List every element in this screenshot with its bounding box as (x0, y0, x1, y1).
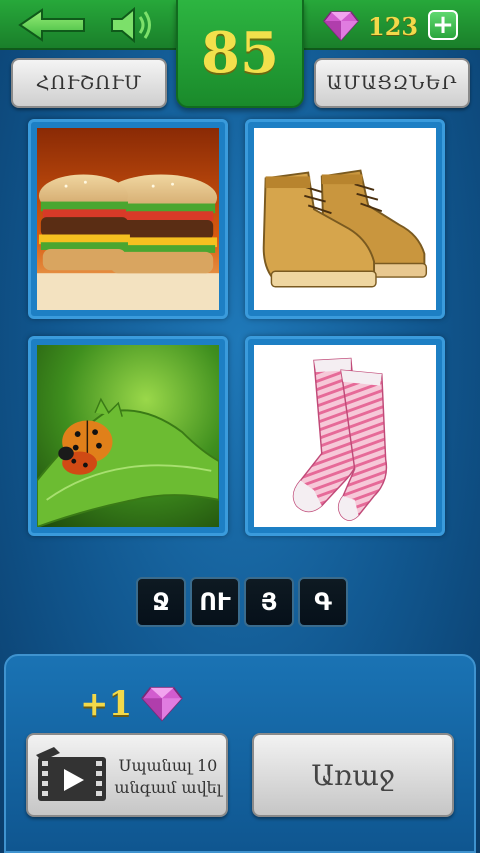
hint-button[interactable]: ՀՈՒՇՈՒՄ (11, 58, 167, 108)
friends-button[interactable]: ԱՄԱՑԶՆԵՐ (314, 58, 470, 108)
add-gems-button[interactable]: + (428, 10, 458, 40)
back-arrow-icon[interactable] (18, 8, 88, 42)
level-indicator: 85 (176, 0, 304, 108)
answer-letter-4[interactable]: Գ (298, 577, 348, 627)
sound-icon[interactable] (108, 6, 158, 44)
answer-letter-2[interactable]: ՈՒ (190, 577, 240, 627)
gem-icon (323, 11, 359, 42)
ladybug-picture (37, 345, 219, 527)
gem-icon (141, 686, 183, 722)
picture-tile-hamburgers[interactable] (28, 119, 228, 319)
gem-balance: 123 (322, 8, 418, 44)
answer-letters: Ջ ՈՒ Յ Գ (136, 577, 348, 627)
reward-indicator: +1 (80, 684, 184, 724)
picture-tile-socks[interactable] (245, 336, 445, 536)
answer-letter-3[interactable]: Յ (244, 577, 294, 627)
watch-video-label: Սպանալ 10 անգամ ավել (114, 756, 222, 797)
socks-picture (254, 345, 436, 527)
gem-count: 123 (368, 11, 419, 41)
boots-picture (254, 128, 436, 310)
reward-amount: +1 (80, 684, 133, 724)
plus-icon: + (432, 10, 454, 40)
hamburger-picture (37, 128, 219, 310)
watch-video-button[interactable]: Սպանալ 10 անգամ ավել (26, 733, 228, 817)
picture-tile-ladybug[interactable] (28, 336, 228, 536)
film-icon (36, 747, 106, 801)
picture-tile-boots[interactable] (245, 119, 445, 319)
next-button[interactable]: Առաջ (252, 733, 454, 817)
level-number: 85 (201, 20, 279, 86)
answer-letter-1[interactable]: Ջ (136, 577, 186, 627)
